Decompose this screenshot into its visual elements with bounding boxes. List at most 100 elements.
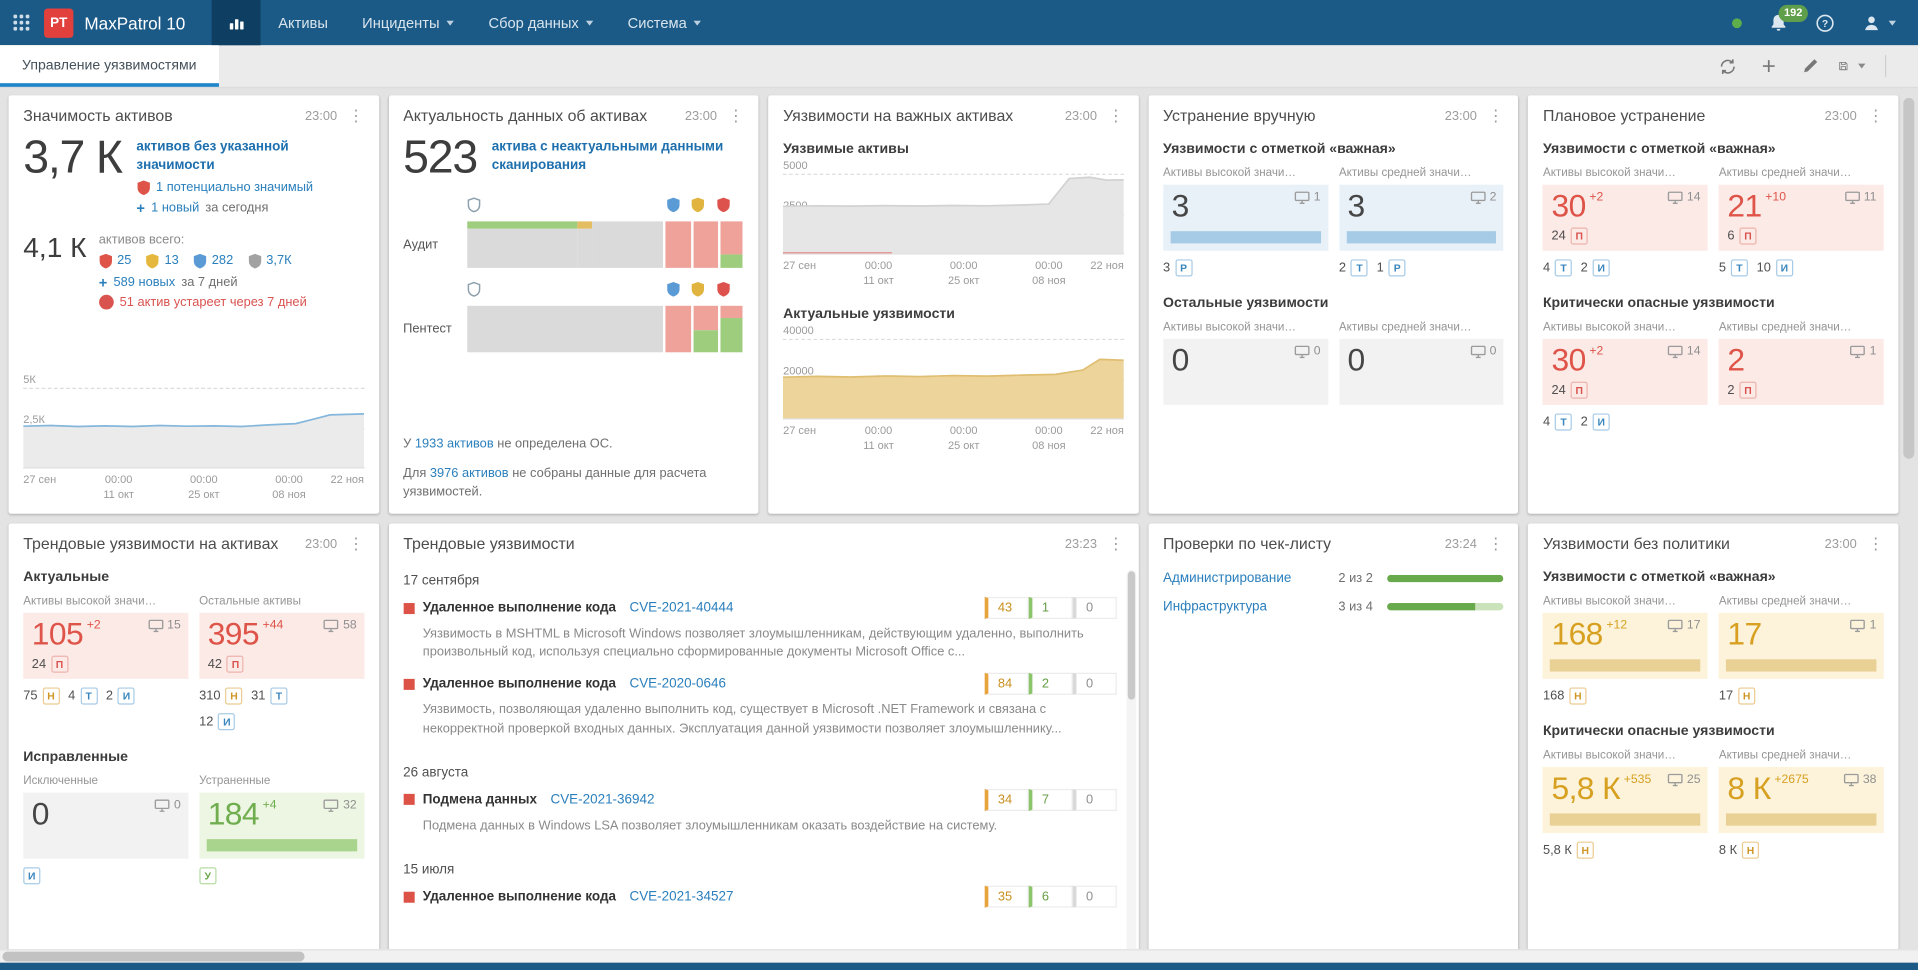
- metric-value-box[interactable]: 00: [23, 792, 189, 859]
- vuln-status-count[interactable]: 24 П: [32, 655, 69, 673]
- metric-value-box[interactable]: 00: [1338, 338, 1504, 405]
- card-scrollbar-thumb[interactable]: [1127, 571, 1135, 700]
- nav-assets[interactable]: Активы: [261, 0, 345, 45]
- metric-value-box[interactable]: 00: [1163, 338, 1328, 405]
- metric-value-box[interactable]: 168 +12 17: [1542, 612, 1708, 679]
- metric-value-box[interactable]: 17 1: [1718, 612, 1884, 679]
- x-axis-labels: 27 сен 00:00 11 окт 00:00 25 окт 00:00 08 ноя 2…: [783, 423, 1124, 452]
- new-today-link[interactable]: 1 новый: [151, 200, 199, 215]
- edit-dashboard-button[interactable]: [1797, 53, 1824, 80]
- metric-value-box[interactable]: 105 +2 15 24 П: [23, 612, 189, 679]
- card-menu-button[interactable]: ⋮: [1868, 108, 1884, 124]
- cve-link[interactable]: CVE-2020-0646: [629, 677, 725, 692]
- significance-count-link[interactable]: 3,7К: [266, 253, 291, 268]
- card-menu-button[interactable]: ⋮: [1488, 108, 1504, 124]
- checklist-progress-fill: [1387, 574, 1504, 583]
- vuln-status-count[interactable]: 75 Н: [23, 687, 60, 705]
- card-menu-button[interactable]: ⋮: [1108, 108, 1124, 124]
- vertical-scrollbar-thumb[interactable]: [1903, 97, 1915, 459]
- vuln-status-count[interactable]: 2И: [1581, 259, 1610, 277]
- metric-value-box[interactable]: 212П: [1718, 338, 1884, 405]
- vuln-status-count[interactable]: 12 И: [199, 713, 236, 731]
- vuln-status-count[interactable]: 2И: [1581, 413, 1610, 431]
- card-menu-button[interactable]: ⋮: [1868, 536, 1884, 552]
- metric-value-box[interactable]: 395 +44 58 42 П: [199, 612, 365, 679]
- vuln-status-count[interactable]: 5,8 КН: [1543, 841, 1594, 859]
- metric-value-box[interactable]: 32: [1338, 184, 1504, 251]
- metric-value-box[interactable]: 30 +2 14 24 П: [1542, 184, 1708, 251]
- vuln-status-count[interactable]: 4Т: [68, 687, 98, 705]
- vuln-status-count[interactable]: 4Т: [1543, 259, 1573, 277]
- card-scrollbar[interactable]: [1126, 570, 1137, 950]
- vuln-status-count[interactable]: 2П: [1727, 381, 1757, 399]
- vuln-status-count[interactable]: 31 Т: [251, 687, 288, 705]
- metric-block: Активы высокой значимости 5,8 К +535 25 5,8 …: [1542, 749, 1708, 859]
- card-menu-button[interactable]: ⋮: [728, 108, 744, 124]
- metric-value-box[interactable]: 30 +2 14 24 П: [1542, 338, 1708, 405]
- vuln-status-count[interactable]: 8 КН: [1719, 841, 1760, 859]
- vuln-status-count[interactable]: 42 П: [208, 655, 245, 673]
- card-menu-button[interactable]: ⋮: [1108, 536, 1124, 552]
- big-value: 3,7 К: [23, 132, 123, 184]
- vertical-scrollbar[interactable]: [1903, 93, 1915, 943]
- vuln-status-count[interactable]: 4Т: [1543, 413, 1573, 431]
- status-letter-badge: Н: [1741, 841, 1760, 859]
- metric-value-box[interactable]: 8 К +2675 38: [1718, 766, 1884, 834]
- card-menu-button[interactable]: ⋮: [348, 536, 364, 552]
- tab-vulnerability-management[interactable]: Управление уязвимостями: [0, 45, 219, 87]
- significance-count-link[interactable]: 282: [212, 253, 233, 268]
- vuln-status-count[interactable]: 5Т: [1719, 259, 1749, 277]
- vuln-status-count[interactable]: 24 П: [1552, 381, 1588, 399]
- save-dashboard-button[interactable]: [1838, 53, 1866, 80]
- cve-link[interactable]: CVE-2021-40444: [629, 601, 733, 616]
- vuln-status-count[interactable]: 10 И: [1757, 259, 1793, 277]
- potentially-significant-link[interactable]: 1 потенциально значимый: [156, 180, 313, 195]
- bar-segment: [720, 305, 743, 318]
- vuln-status-count[interactable]: 168 Н: [1543, 687, 1587, 705]
- vuln-status-count[interactable]: 17 Н: [1719, 687, 1756, 705]
- user-menu-button[interactable]: [1862, 13, 1896, 33]
- nav-incidents[interactable]: Инциденты: [345, 0, 471, 45]
- vuln-status-count[interactable]: 24 П: [1552, 227, 1588, 245]
- nav-system[interactable]: Система: [611, 0, 719, 45]
- apps-menu-button[interactable]: [0, 0, 42, 45]
- refresh-button[interactable]: [1714, 53, 1741, 80]
- significance-count-link[interactable]: 25: [117, 253, 131, 268]
- pt-logo[interactable]: PT: [44, 7, 74, 38]
- nav-data-collection[interactable]: Сбор данных: [471, 0, 610, 45]
- vuln-status-count[interactable]: 6П: [1727, 227, 1757, 245]
- card-menu-button[interactable]: ⋮: [348, 108, 364, 124]
- shield-icon: [691, 281, 705, 297]
- vuln-status-count[interactable]: 310 Н: [199, 687, 243, 705]
- help-button[interactable]: ?: [1815, 13, 1835, 33]
- checklist-link[interactable]: Инфраструктура: [1163, 599, 1338, 614]
- vuln-status-count[interactable]: 2Т: [1339, 259, 1369, 277]
- add-widget-button[interactable]: [1755, 53, 1782, 80]
- horizontal-scrollbar-thumb[interactable]: [2, 951, 305, 962]
- vuln-status-count[interactable]: И: [23, 867, 41, 885]
- vuln-status-count[interactable]: У: [199, 867, 217, 885]
- metric-value-box[interactable]: 184 +4 32: [199, 792, 365, 859]
- significance-count-link[interactable]: 13: [164, 253, 178, 268]
- vuln-status-count[interactable]: 3Р: [1163, 259, 1193, 277]
- card-title: Трендовые уязвимости на активах: [23, 534, 279, 553]
- notifications-button[interactable]: 192: [1769, 4, 1808, 33]
- metric-delta: +535: [1623, 773, 1652, 787]
- metric-value-box[interactable]: 5,8 К +535 25: [1542, 766, 1708, 834]
- cve-link[interactable]: CVE-2021-34527: [629, 889, 733, 904]
- metric-value-box[interactable]: 31: [1163, 184, 1328, 251]
- checklist-link[interactable]: Администрирование: [1163, 571, 1338, 586]
- nav-dashboards-active[interactable]: [212, 0, 262, 46]
- assets-count-link[interactable]: 3976 активов: [430, 466, 509, 481]
- vuln-status-count[interactable]: 2И: [106, 687, 136, 705]
- horizontal-scrollbar[interactable]: [0, 949, 1918, 963]
- metric-value-box[interactable]: 21 +10 11 6 П: [1718, 184, 1884, 251]
- bar-segment: [665, 305, 691, 353]
- cve-link[interactable]: CVE-2021-36942: [550, 792, 654, 807]
- new-week-link[interactable]: 589 новых: [113, 275, 175, 290]
- assets-count-link[interactable]: 1933 активов: [415, 437, 494, 452]
- metric-value: 0: [31, 795, 50, 832]
- card-menu-button[interactable]: ⋮: [1488, 536, 1504, 552]
- metric-row: Активы высокой значимости 0 0 Активы средне…: [1163, 320, 1504, 405]
- vuln-status-count[interactable]: 1Р: [1377, 259, 1406, 277]
